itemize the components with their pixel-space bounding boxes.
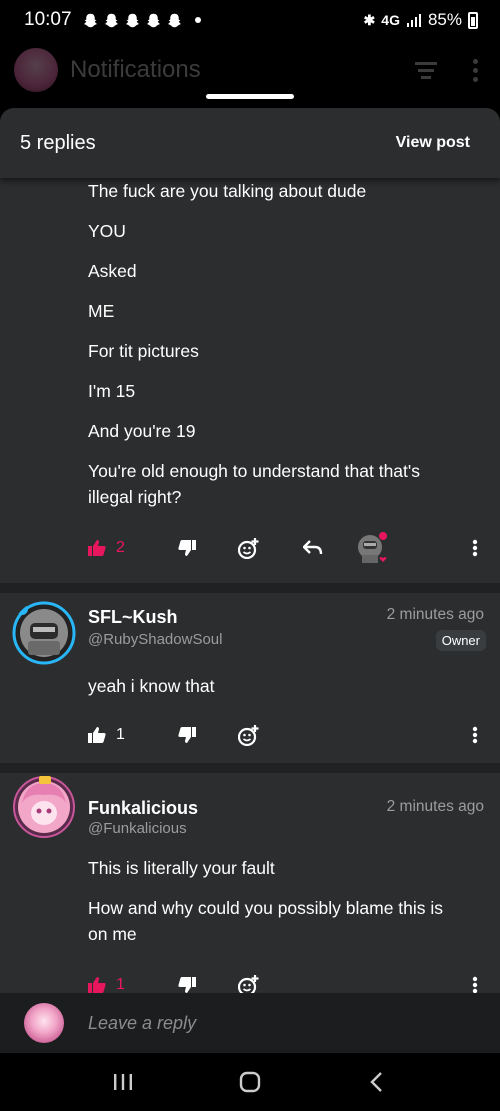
snapchat-icon [104, 13, 118, 27]
commenter-handle: @Funkalicious [88, 820, 187, 837]
reply-input[interactable]: Leave a reply [88, 1013, 196, 1034]
sheet-header: 5 replies View post [0, 108, 500, 178]
add-reaction-button[interactable] [238, 724, 260, 746]
commenter-name[interactable]: SFL~Kush [88, 607, 178, 628]
commenter-avatar[interactable] [12, 601, 76, 665]
comment-item: SFL~Kush @RubyShadowSoul 2 minutes ago O… [0, 593, 500, 763]
like-button[interactable]: 1 [88, 976, 125, 993]
home-icon [239, 1071, 261, 1093]
page-title: Notifications [70, 56, 201, 83]
replies-sheet: 5 replies View post The fuck are you tal… [0, 108, 500, 993]
avatar-icon [358, 532, 387, 563]
view-post-button[interactable]: View post [396, 134, 470, 152]
like-count: 1 [116, 726, 125, 743]
add-reaction-button[interactable] [238, 537, 260, 559]
recent-apps-icon [114, 1074, 133, 1090]
signal-icon [406, 14, 421, 27]
thumbs-up-icon [88, 727, 106, 743]
reply-composer[interactable]: Leave a reply [0, 993, 500, 1053]
dislike-button[interactable] [178, 540, 196, 556]
message-line: illegal right? [88, 487, 182, 507]
comment-actions: 1 [88, 720, 488, 750]
status-bar: 10:07 ✱ 4G 85% [0, 0, 500, 40]
recent-apps-button[interactable] [103, 1067, 143, 1097]
comment-actions: 1 [88, 970, 488, 993]
dislike-button[interactable] [178, 977, 196, 993]
status-right: ✱ 4G 85% [364, 10, 478, 30]
commenter-handle: @RubyShadowSoul [88, 631, 223, 648]
thumbs-up-icon [88, 540, 106, 556]
like-button[interactable]: 2 [88, 539, 125, 557]
message-line: ME [88, 301, 115, 321]
add-reaction-icon [238, 975, 259, 993]
reply-icon [303, 540, 323, 555]
divider [0, 583, 500, 593]
like-button[interactable]: 1 [88, 726, 125, 744]
like-count: 1 [116, 976, 125, 993]
more-options-icon[interactable] [473, 58, 478, 82]
replies-count: 5 replies [20, 131, 96, 154]
back-icon [369, 1072, 382, 1092]
kebab-icon [472, 539, 478, 557]
reply-button[interactable] [303, 540, 323, 556]
dislike-button[interactable] [178, 727, 196, 743]
status-time: 10:07 [24, 9, 72, 30]
bluetooth-icon: ✱ [363, 11, 376, 28]
thumbs-down-icon [178, 540, 196, 556]
commenter-name[interactable]: Funkalicious [88, 798, 198, 819]
comment-item: Funkalicious @Funkalicious 2 minutes ago… [0, 773, 500, 993]
reactor-avatar[interactable] [356, 531, 388, 565]
filter-icon[interactable] [415, 58, 437, 83]
battery-percent: 85% [427, 10, 462, 29]
comment-text: yeah i know that [88, 676, 215, 696]
kebab-icon [472, 976, 478, 993]
comment-timestamp: 2 minutes ago [386, 606, 484, 623]
profile-avatar[interactable] [14, 48, 58, 92]
snapchat-icon [125, 13, 139, 27]
network-type: 4G [381, 12, 400, 28]
more-options-button[interactable] [472, 976, 478, 993]
message-line: You're old enough to understand that tha… [88, 461, 420, 481]
comment-timestamp: 2 minutes ago [386, 798, 484, 815]
status-notification-icons [82, 12, 201, 29]
message-line: And you're 19 [88, 421, 196, 441]
notification-dot [194, 17, 201, 23]
back-button[interactable] [357, 1067, 397, 1097]
add-reaction-icon [238, 538, 259, 559]
comment-text: This is literally your fault [88, 858, 275, 878]
message-line: I'm 15 [88, 381, 136, 401]
system-nav-bar [0, 1053, 500, 1111]
sheet-drag-handle[interactable] [206, 94, 294, 99]
message-original: The fuck are you talking about dude YOU … [0, 178, 500, 583]
thumbs-down-icon [178, 977, 196, 993]
my-avatar [24, 1003, 64, 1043]
snapchat-icon [167, 13, 181, 27]
message-line: The fuck are you talking about dude [88, 181, 367, 201]
owner-badge: Owner [435, 630, 486, 651]
message-line: YOU [88, 221, 126, 241]
message-line: Asked [88, 261, 137, 281]
kebab-icon [472, 726, 478, 744]
battery-icon [468, 11, 478, 29]
more-options-button[interactable] [472, 539, 478, 557]
more-options-button[interactable] [472, 726, 478, 744]
snapchat-icon [83, 13, 97, 27]
thumbs-up-icon [88, 977, 106, 993]
message-line: For tit pictures [88, 341, 199, 361]
comment-text: on me [88, 924, 137, 944]
add-reaction-icon [238, 725, 259, 746]
message-actions: 2 [88, 531, 488, 565]
commenter-avatar[interactable] [12, 775, 76, 839]
comment-text: How and why could you possibly blame thi… [88, 898, 444, 918]
snapchat-icon [146, 13, 160, 27]
thumbs-down-icon [178, 727, 196, 743]
divider [0, 763, 500, 773]
like-count: 2 [116, 539, 125, 556]
add-reaction-button[interactable] [238, 974, 260, 993]
app-header: Notifications [0, 40, 500, 100]
home-button[interactable] [230, 1067, 270, 1097]
